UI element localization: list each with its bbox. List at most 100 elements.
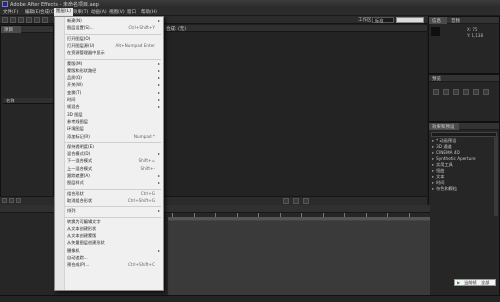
rotate-tool-icon[interactable]: [26, 17, 32, 23]
play-icon[interactable]: [453, 89, 459, 95]
menu-window[interactable]: 窗口: [127, 9, 136, 15]
effects-panel-title[interactable]: 效果和预设: [432, 124, 455, 130]
layer-menu-item[interactable]: 新建(N) ▸: [55, 18, 163, 24]
effects-category[interactable]: ▸ 杂色和颗粒: [432, 186, 498, 192]
layer-menu-item[interactable]: 排列 ▸: [55, 208, 163, 214]
new-folder-icon[interactable]: [9, 198, 14, 203]
menu-help[interactable]: 帮助(H): [141, 9, 157, 15]
menu-file[interactable]: 文件(F): [3, 9, 18, 15]
interpret-footage-icon[interactable]: [2, 198, 7, 203]
layer-menu-item[interactable]: 打开图层(O): [55, 36, 163, 42]
layer-menu-item[interactable]: 添加标记(R) Numpad *: [55, 134, 163, 140]
new-comp-icon[interactable]: [16, 198, 21, 203]
layer-menu-item[interactable]: 环境图层: [55, 126, 163, 132]
selection-tool-icon[interactable]: [2, 17, 8, 23]
layer-menu-item[interactable]: 转换为可编辑文字: [55, 219, 163, 225]
layer-menu-item[interactable]: 品质(Q) ▸: [55, 75, 163, 81]
audio-toggle-icon[interactable]: [483, 89, 489, 95]
layer-menu-item[interactable]: 从文本创建形状: [55, 226, 163, 232]
layer-menu-item[interactable]: 蒙版和形状路径 ▸: [55, 68, 163, 74]
layer-menu-item[interactable]: 蒙版(M) ▸: [55, 61, 163, 67]
prev-frame-icon[interactable]: [443, 89, 449, 95]
project-panel-title[interactable]: 项目: [4, 27, 13, 33]
ruler-tick: [279, 213, 281, 217]
menu-separator: [65, 188, 161, 190]
effects-search-input[interactable]: [431, 132, 497, 137]
project-panel-header: 项目: [1, 26, 53, 33]
grid-toggle-icon[interactable]: [293, 198, 299, 204]
pan-behind-tool-icon[interactable]: [42, 17, 48, 23]
composition-panel-header: 合成: (无): [163, 25, 427, 32]
layer-menu-item[interactable]: 混合模式(D) ▸: [55, 151, 163, 157]
layer-menu-item[interactable]: 从文本创建蒙版: [55, 233, 163, 239]
preview-panel-title[interactable]: 预览: [432, 76, 441, 82]
ruler-tick: [301, 213, 302, 217]
layer-menu-item[interactable]: 预合成(P)... Ctrl+Shift+C: [55, 262, 163, 268]
help-search-input[interactable]: [396, 17, 424, 23]
preview-mode-button[interactable]: ▶ 当前帧 全部: [454, 279, 496, 286]
workspace-label: 工作区:: [358, 18, 374, 23]
menu-item-label: 品质(Q): [67, 75, 82, 81]
layer-menu-item[interactable]: 组合形状 Ctrl+G: [55, 191, 163, 197]
layer-menu-item[interactable]: 3D 图层: [55, 112, 163, 118]
layer-menu-item[interactable]: 在资源管理器中显示: [55, 50, 163, 56]
audio-panel-tab[interactable]: 音频: [451, 18, 460, 24]
ruler-tick: [172, 213, 173, 217]
project-col-name[interactable]: 名称: [6, 98, 14, 104]
menu-item-label: 在资源管理器中显示: [67, 50, 105, 56]
effects-category-label: 时间: [436, 180, 445, 185]
app-logo-icon: [2, 1, 8, 7]
layer-menu-item[interactable]: 打开图层源(U) Alt+Numpad Enter: [55, 43, 163, 49]
layer-menu-item[interactable]: 下一混合模式 Shift+=: [55, 158, 163, 164]
layer-menu-item[interactable]: 变换(T) ▸: [55, 90, 163, 96]
effects-category-label: CINEMA 4D: [436, 150, 460, 155]
layer-menu-item[interactable]: 取消组合形状 Ctrl+Shift+G: [55, 198, 163, 204]
layer-menu-item[interactable]: 上一混合模式 Shift+-: [55, 166, 163, 172]
submenu-arrow-icon: ▸: [157, 180, 160, 186]
timeline-track-area[interactable]: [168, 221, 430, 295]
layer-menu-item[interactable]: 图层设置(S)... Ctrl+Shift+Y: [55, 25, 163, 31]
info-y: Y: 1,138: [467, 33, 483, 38]
layer-menu-item[interactable]: 保持透明度(E): [55, 144, 163, 150]
menu-view[interactable]: 视图(V): [109, 9, 125, 15]
layer-menu-item[interactable]: 参考线图层: [55, 119, 163, 125]
workspace-select[interactable]: 标准: [372, 17, 394, 23]
layer-menu-item[interactable]: 自动追踪...: [55, 255, 163, 261]
menu-item-label: 自动追踪...: [67, 255, 88, 260]
menu-item-label: 跟踪遮罩(A): [67, 173, 90, 178]
resolution-select-icon[interactable]: [303, 198, 309, 204]
work-area-bar[interactable]: [168, 217, 430, 220]
submenu-arrow-icon: ▸: [157, 89, 160, 95]
hand-tool-icon[interactable]: [10, 17, 16, 23]
menu-layer[interactable]: 图层(L): [54, 8, 74, 16]
menu-item-label: 下一混合模式: [67, 158, 93, 164]
info-panel-title[interactable]: 信息: [432, 18, 441, 24]
layer-menu-item[interactable]: 摄像机 ▸: [55, 248, 163, 254]
menu-item-label: 从文本创建形状: [67, 225, 97, 231]
zoom-tool-icon[interactable]: [18, 17, 24, 23]
composition-viewer[interactable]: [163, 32, 427, 196]
menu-item-label: 混合模式(D): [67, 151, 91, 157]
layer-menu-item[interactable]: 时间 ▸: [55, 97, 163, 103]
layer-menu-item[interactable]: 开关(W) ▸: [55, 82, 163, 88]
menu-effect[interactable]: 效果(T): [73, 9, 88, 15]
camera-tool-icon[interactable]: [34, 17, 40, 23]
ruler-tick: [236, 213, 238, 217]
first-frame-icon[interactable]: [433, 89, 439, 95]
info-x: X: 75: [467, 27, 478, 32]
zoom-select-icon[interactable]: [283, 198, 289, 204]
menu-item-label: 变换(T): [67, 89, 82, 95]
menu-item-label: 预合成(P)...: [67, 262, 90, 268]
menu-edit[interactable]: 编辑(E): [25, 9, 40, 15]
menu-item-label: 摄像机: [67, 247, 80, 253]
ruler-tick: [365, 213, 367, 217]
menu-animation[interactable]: 动画(A): [91, 9, 107, 15]
layer-menu-item[interactable]: 帧混合 ▸: [55, 104, 163, 110]
effects-scrollbar[interactable]: [494, 136, 498, 216]
layer-menu-item[interactable]: 跟踪遮罩(A) ▸: [55, 173, 163, 179]
layer-menu-item[interactable]: 图层样式 ▸: [55, 180, 163, 186]
last-frame-icon[interactable]: [473, 89, 479, 95]
submenu-arrow-icon: ▸: [157, 97, 160, 102]
layer-menu-item[interactable]: 从矢量图层创建形状: [55, 240, 163, 246]
next-frame-icon[interactable]: [463, 89, 469, 95]
